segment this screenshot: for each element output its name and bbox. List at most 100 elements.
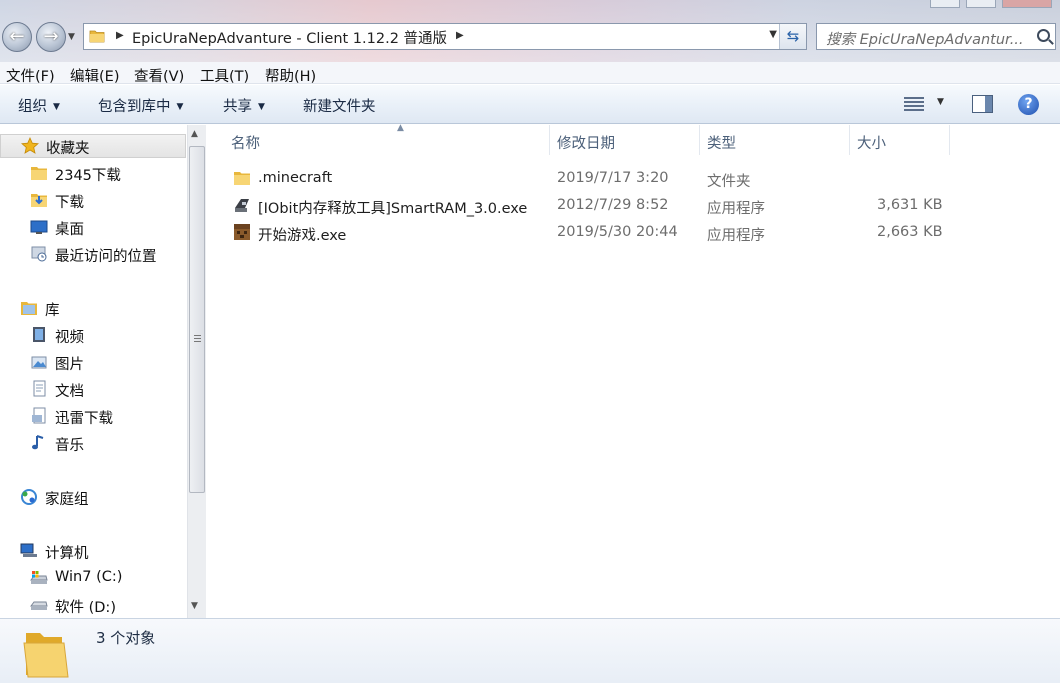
scroll-down-arrow-icon[interactable]: ▼ (191, 601, 198, 611)
menu-file[interactable]: 文件(F) (6, 65, 55, 86)
menu-view[interactable]: 查看(V) (134, 65, 184, 86)
documents-library-icon (33, 380, 46, 397)
address-history-dropdown[interactable]: ▼ (769, 29, 777, 40)
sidebar-item-label: 桌面 (55, 222, 84, 238)
sidebar-item-2345-download[interactable]: 2345下载 (0, 162, 186, 184)
sidebar-item-desktop[interactable]: 桌面 (0, 216, 186, 238)
breadcrumb-separator-icon[interactable]: ▶ (456, 30, 464, 41)
close-button[interactable] (1002, 0, 1052, 8)
change-view-icon[interactable] (904, 96, 924, 112)
include-library-label: 包含到库中 (98, 99, 171, 115)
file-name: 开始游戏.exe (258, 228, 347, 244)
sidebar-item-label: 计算机 (45, 546, 89, 562)
sidebar-item-videos[interactable]: 视频 (0, 324, 186, 346)
sidebar-item-computer[interactable]: 计算机 (0, 540, 186, 562)
sidebar-item-xunlei-downloads[interactable]: 迅雷下载 (0, 405, 186, 427)
sidebar-item-recent-places[interactable]: 最近访问的位置 (0, 243, 186, 265)
column-header-label: 修改日期 (557, 136, 615, 152)
recent-pages-dropdown[interactable]: ▼ (68, 32, 75, 42)
search-input[interactable]: 搜索 EpicUraNepAdvantur... (826, 28, 1024, 49)
scroll-up-arrow-icon[interactable]: ▲ (191, 129, 198, 139)
sidebar-scrollbar[interactable]: ▲ ▼ (187, 125, 206, 618)
folder-icon (89, 30, 105, 43)
minimize-button[interactable] (930, 0, 960, 8)
file-date: 2019/5/30 20:44 (557, 224, 678, 240)
search-icon[interactable] (1037, 29, 1050, 42)
details-pane: 3 个对象 (0, 618, 1060, 683)
sidebar-item-drive-d[interactable]: 软件 (D:) (0, 594, 186, 616)
back-arrow-icon: ← (9, 26, 25, 47)
music-library-icon (32, 435, 44, 450)
back-button[interactable]: ← (2, 22, 32, 52)
menu-bar: 文件(F) 编辑(E) 查看(V) 工具(T) 帮助(H) (0, 62, 1060, 86)
help-icon[interactable]: ? (1018, 94, 1039, 115)
share-button[interactable]: 共享 ▼ (223, 95, 265, 116)
drive-icon (30, 601, 48, 610)
sidebar-item-music[interactable]: 音乐 (0, 432, 186, 454)
organize-label: 组织 (18, 99, 47, 115)
sidebar-item-favorites[interactable]: 收藏夹 (0, 134, 186, 158)
sidebar-item-label: 收藏夹 (46, 141, 90, 157)
xunlei-library-icon (32, 407, 46, 424)
pictures-library-icon (31, 356, 47, 369)
sidebar-item-libraries[interactable]: 库 (0, 297, 186, 319)
menu-help[interactable]: 帮助(H) (265, 65, 316, 86)
table-row[interactable]: 开始游戏.exe 2019/5/30 20:44 应用程序 2,663 KB (207, 220, 1060, 246)
column-header-label: 名称 (231, 136, 260, 152)
file-type: 应用程序 (707, 228, 765, 244)
library-icon (21, 302, 37, 315)
chevron-down-icon: ▼ (176, 102, 184, 112)
refresh-icon: ⇆ (786, 27, 800, 45)
sidebar-item-label: 库 (45, 303, 60, 319)
file-type: 文件夹 (707, 174, 751, 190)
include-in-library-button[interactable]: 包含到库中 ▼ (98, 95, 183, 116)
sidebar-item-label: 软件 (D:) (55, 600, 116, 616)
folder-icon (234, 172, 250, 185)
sidebar-item-downloads[interactable]: 下载 (0, 189, 186, 211)
refresh-button[interactable]: ⇆ (779, 24, 806, 49)
preview-pane-icon[interactable] (972, 95, 993, 113)
sidebar-item-label: 文档 (55, 384, 84, 400)
file-type: 应用程序 (707, 201, 765, 217)
app-icon (235, 199, 249, 212)
breadcrumb-separator-icon[interactable]: ▶ (116, 30, 124, 41)
menu-edit[interactable]: 编辑(E) (70, 65, 119, 86)
minecraft-block-icon (234, 224, 250, 240)
search-box[interactable]: 搜索 EpicUraNepAdvantur... (816, 23, 1056, 50)
table-row[interactable]: .minecraft 2019/7/17 3:20 文件夹 (207, 166, 1060, 192)
organize-button[interactable]: 组织 ▼ (18, 95, 60, 116)
chevron-down-icon: ▼ (258, 102, 265, 112)
maximize-button[interactable] (966, 0, 996, 8)
address-bar[interactable]: ▶ EpicUraNepAdvanture - Client 1.12.2 普通… (83, 23, 807, 50)
item-count-label: 3 个对象 (96, 629, 156, 647)
sidebar-item-homegroup[interactable]: 家庭组 (0, 486, 186, 508)
table-row[interactable]: [IObit内存释放工具]SmartRAM_3.0.exe 2012/7/29 … (207, 193, 1060, 219)
column-header-date[interactable]: 修改日期 (550, 125, 700, 155)
downloads-folder-icon (31, 194, 47, 207)
navigation-pane: 收藏夹 2345下载 下载 桌面 最近访问的位置 库 视频 图片 文档 迅雷下载… (0, 125, 187, 618)
column-header-size[interactable]: 大小 (850, 125, 950, 155)
menu-tools[interactable]: 工具(T) (200, 65, 249, 86)
new-folder-button[interactable]: 新建文件夹 (303, 95, 376, 116)
sidebar-item-drive-c[interactable]: Win7 (C:) (0, 567, 186, 589)
grip-icon (194, 335, 201, 342)
column-header-type[interactable]: 类型 (700, 125, 850, 155)
chevron-down-icon: ▼ (53, 102, 60, 112)
sidebar-item-documents[interactable]: 文档 (0, 378, 186, 400)
view-options-dropdown-icon[interactable]: ▼ (937, 97, 944, 107)
command-bar: 组织 ▼ 包含到库中 ▼ 共享 ▼ 新建文件夹 ▼ ? (0, 85, 1060, 124)
computer-icon (20, 543, 37, 557)
file-date: 2012/7/29 8:52 (557, 197, 669, 213)
forward-button[interactable]: → (36, 22, 66, 52)
sidebar-item-pictures[interactable]: 图片 (0, 351, 186, 373)
folder-icon (23, 633, 69, 678)
desktop-icon (30, 220, 48, 234)
homegroup-icon (21, 489, 37, 505)
sidebar-item-label: 视频 (55, 330, 84, 346)
folder-icon (31, 167, 47, 180)
column-header-name[interactable]: 名称 ▲ (224, 123, 550, 155)
sidebar-item-label: 家庭组 (45, 492, 89, 508)
scrollbar-thumb[interactable] (189, 146, 205, 493)
breadcrumb-current-folder[interactable]: EpicUraNepAdvanture - Client 1.12.2 普通版 (132, 27, 447, 48)
sidebar-item-label: 迅雷下载 (55, 411, 113, 427)
